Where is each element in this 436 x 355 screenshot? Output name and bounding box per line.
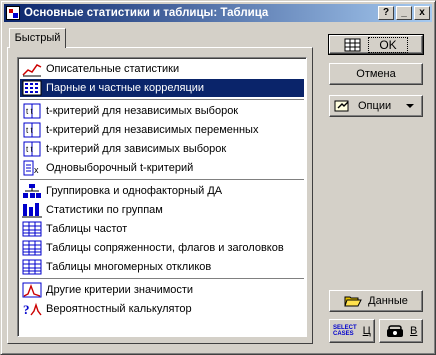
list-item-label: Таблицы многомерных откликов xyxy=(46,261,212,273)
select-cases-icon: SELECT CASES xyxy=(333,325,357,337)
list-item-label: Другие критерии значимости xyxy=(46,284,194,296)
list-item-single-t[interactable]: x Одновыборочный t-критерий xyxy=(20,159,304,177)
list-item-label: Описательные статистики xyxy=(46,63,180,75)
weight-icon xyxy=(386,324,404,338)
svg-text:x: x xyxy=(34,165,39,175)
list-item-label: Парные и частные корреляции xyxy=(46,82,205,94)
cancel-label: Отмена xyxy=(356,68,396,80)
list-item-significance[interactable]: Другие критерии значимости xyxy=(20,281,304,299)
ok-label: OK xyxy=(368,36,408,53)
grouping-icon xyxy=(22,183,42,199)
descriptive-stats-icon xyxy=(22,61,42,77)
list-item-t-dependent[interactable]: t t t-критерий для зависимых выборок xyxy=(20,140,304,158)
list-separator xyxy=(20,278,304,280)
dialog-window: Основные статистики и таблицы: Таблица ?… xyxy=(0,0,436,355)
list-item-label: t-критерий для независимых переменных xyxy=(46,124,259,136)
list-item-label: Таблицы частот xyxy=(46,223,128,235)
multiple-response-icon xyxy=(22,259,42,275)
list-item-frequency[interactable]: Таблицы частот xyxy=(20,220,304,238)
list-item-multiple-response[interactable]: Таблицы многомерных откликов xyxy=(20,258,304,276)
list-item-t-variables[interactable]: t t t-критерий для независимых переменны… xyxy=(20,121,304,139)
select-cases-key: Ц xyxy=(362,325,371,337)
data-button[interactable]: Данные xyxy=(329,290,423,312)
list-item-probability[interactable]: ? Вероятностный калькулятор xyxy=(20,300,304,318)
t-test-independent-icon: t t xyxy=(22,103,42,119)
list-item-group-stats[interactable]: Статистики по группам xyxy=(20,201,304,219)
table-icon xyxy=(344,38,362,52)
significance-icon xyxy=(22,282,42,298)
svg-text:t t: t t xyxy=(26,126,33,135)
cancel-button[interactable]: Отмена xyxy=(329,63,423,85)
close-button[interactable]: x xyxy=(414,6,430,20)
svg-text:t t: t t xyxy=(26,107,33,116)
correlation-matrix-icon xyxy=(22,80,42,96)
svg-text:?: ? xyxy=(23,302,30,317)
options-icon xyxy=(334,99,352,113)
list-separator xyxy=(20,99,304,101)
t-test-variables-icon: t t xyxy=(22,122,42,138)
list-item-t-independent[interactable]: t t t-критерий для независимых выборок xyxy=(20,102,304,120)
options-label: Опции xyxy=(358,100,392,112)
tab-quick[interactable]: Быстрый xyxy=(9,28,66,48)
title-bar[interactable]: Основные статистики и таблицы: Таблица ?… xyxy=(4,4,432,22)
list-separator xyxy=(20,179,304,181)
list-item-label: Одновыборочный t-критерий xyxy=(46,162,194,174)
group-stats-icon xyxy=(22,202,42,218)
list-item-descriptive[interactable]: Описательные статистики xyxy=(20,60,304,78)
options-button[interactable]: Опции xyxy=(329,95,423,117)
list-item-label: t-критерий для независимых выборок xyxy=(46,105,239,117)
list-item-label: Группировка и однофакторный ДА xyxy=(46,185,223,197)
app-icon xyxy=(6,6,20,20)
folder-open-icon xyxy=(344,294,362,308)
single-sample-t-icon: x xyxy=(22,160,42,176)
list-item-label: Таблицы сопряженности, флагов и заголовк… xyxy=(46,242,284,254)
ok-button[interactable]: OK xyxy=(328,34,424,55)
window-title: Основные статистики и таблицы: Таблица xyxy=(24,7,269,19)
svg-text:t t: t t xyxy=(26,145,33,154)
analysis-list: Описательные статистики Парные и частные… xyxy=(17,57,307,337)
list-item-correlations[interactable]: Парные и частные корреляции xyxy=(20,79,304,97)
list-item-label: Статистики по группам xyxy=(46,204,163,216)
weight-key: В xyxy=(410,325,418,337)
probability-calculator-icon: ? xyxy=(22,301,42,317)
select-cases-line2: CASES xyxy=(333,331,354,337)
title-buttons: ? _ x xyxy=(378,6,430,20)
list-item-crosstab[interactable]: Таблицы сопряженности, флагов и заголовк… xyxy=(20,239,304,257)
minimize-button[interactable]: _ xyxy=(396,6,412,20)
t-test-dependent-icon: t t xyxy=(22,141,42,157)
data-label: Данные xyxy=(368,295,408,307)
select-cases-button[interactable]: SELECT CASES Ц xyxy=(329,319,375,343)
dropdown-arrow-icon xyxy=(406,104,414,108)
help-button[interactable]: ? xyxy=(378,6,394,20)
list-item-label: t-критерий для зависимых выборок xyxy=(46,143,227,155)
frequency-table-icon xyxy=(22,221,42,237)
weight-button[interactable]: В xyxy=(379,319,423,343)
list-item-label: Вероятностный калькулятор xyxy=(46,303,192,315)
crosstab-icon xyxy=(22,240,42,256)
list-item-grouping[interactable]: Группировка и однофакторный ДА xyxy=(20,182,304,200)
